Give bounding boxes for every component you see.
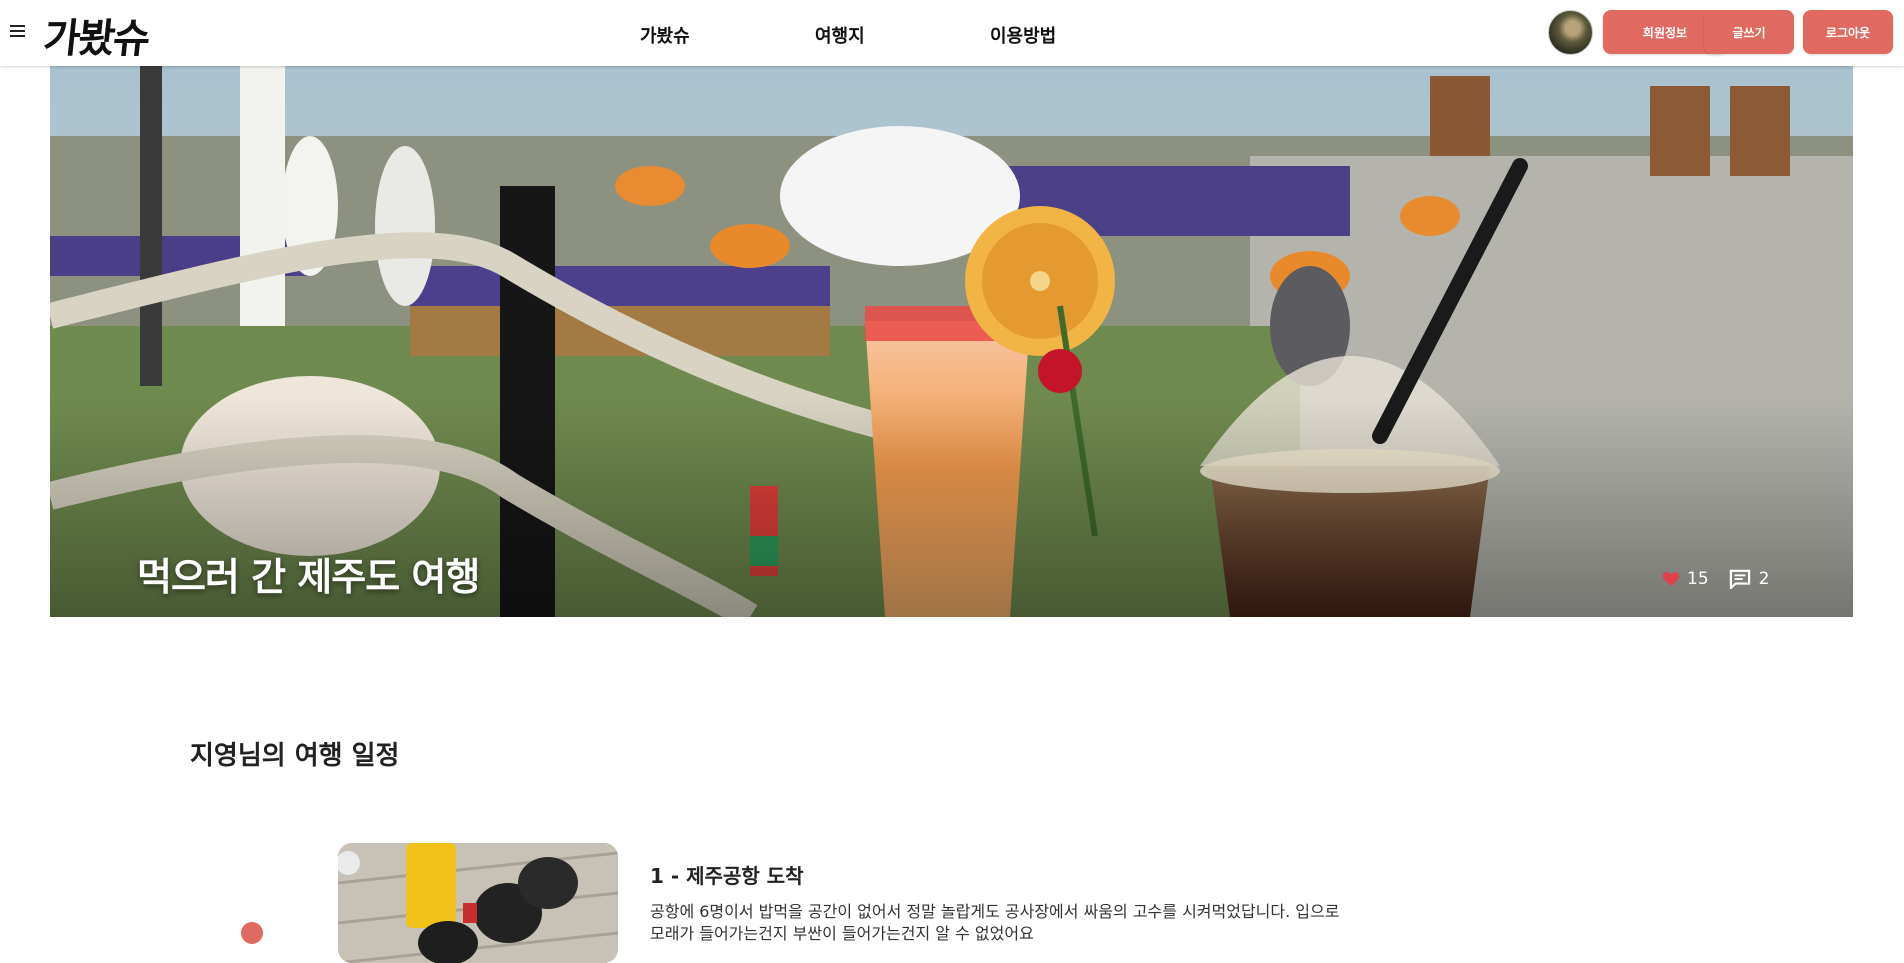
- top-header: 가봤슈 가봤슈 여행지 이용방법 회원정보 글쓰기 로그아웃: [0, 0, 1904, 66]
- hamburger-menu-icon[interactable]: [10, 22, 30, 42]
- hero-banner[interactable]: 먹으러 간 제주도 여행 15 2: [50, 66, 1853, 617]
- itinerary-heading: 지영님의 여행 일정: [190, 741, 400, 771]
- post-stats: 15 2: [1662, 569, 1769, 589]
- nav-item-destinations[interactable]: 여행지: [815, 22, 865, 48]
- timeline-dot: [241, 922, 263, 944]
- heart-icon[interactable]: [1662, 571, 1680, 587]
- itinerary-item-description: 공항에 6명이서 밥먹을 공간이 없어서 정말 놀랍게도 공사장에서 싸움의 고…: [650, 902, 1340, 943]
- comment-icon[interactable]: [1729, 569, 1751, 589]
- itinerary-item-image[interactable]: [338, 843, 618, 963]
- hero-photo: [50, 66, 1853, 617]
- write-button[interactable]: 글쓰기: [1704, 10, 1794, 54]
- itinerary-photo: [338, 843, 618, 963]
- comment-count: 2: [1758, 569, 1770, 589]
- nav-item-how-to-use[interactable]: 이용방법: [990, 22, 1056, 48]
- user-avatar[interactable]: [1548, 10, 1593, 55]
- post-title: 먹으러 간 제주도 여행: [137, 555, 480, 599]
- like-count: 15: [1687, 569, 1709, 589]
- nav-item-gabwasyu[interactable]: 가봤슈: [640, 22, 690, 48]
- site-logo[interactable]: 가봤슈: [41, 6, 152, 64]
- logout-button[interactable]: 로그아웃: [1803, 10, 1893, 54]
- itinerary-item-title: 1 - 제주공항 도착: [650, 864, 804, 888]
